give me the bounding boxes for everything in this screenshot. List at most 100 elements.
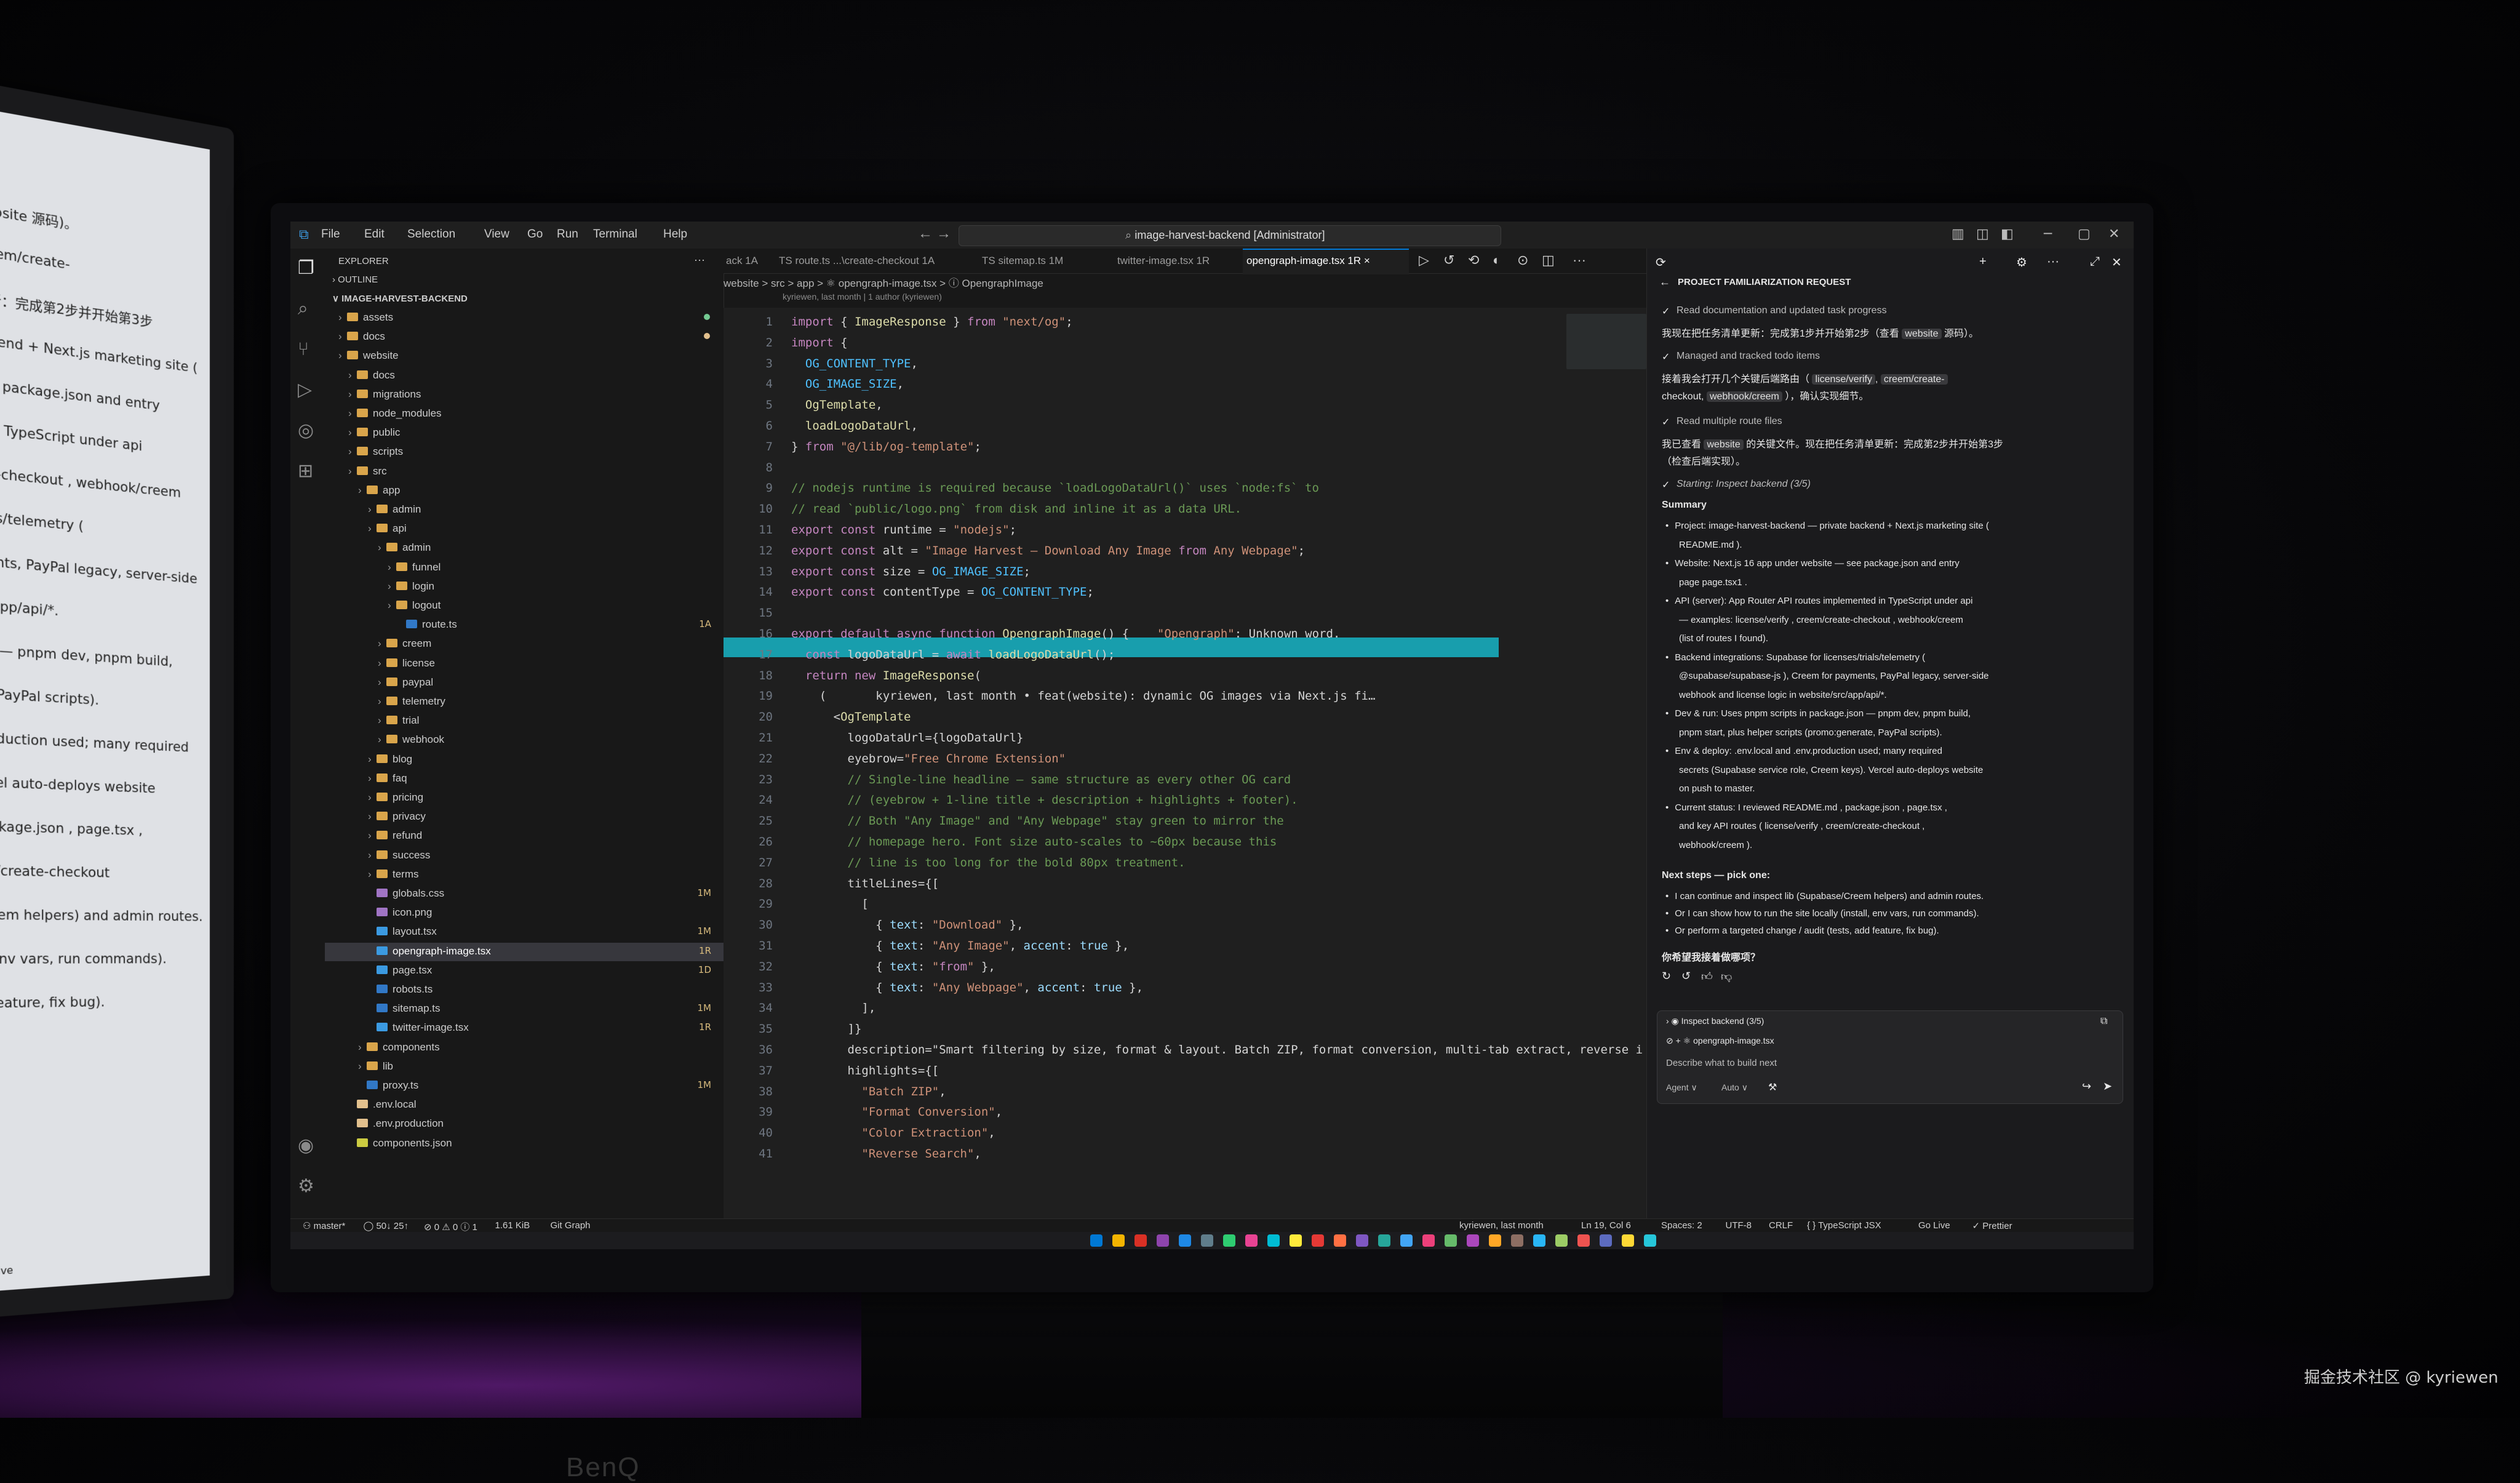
folder-item[interactable]: › components [358,1041,440,1053]
extensions-icon[interactable]: ⊞ [298,460,313,482]
folder-item[interactable]: › scripts [348,446,403,458]
next-step-item[interactable]: • I can continue and inspect lib (Supabas… [1665,891,1984,901]
outline-section[interactable]: › OUTLINE [332,274,378,285]
taskbar-app-icon[interactable] [1422,1234,1435,1247]
back-arrow-icon[interactable]: ← [1659,276,1670,289]
code-line[interactable]: // Both "Any Image" and "Any Webpage" st… [791,814,1284,828]
thumbs-down-icon[interactable]: 👎︎ [1721,970,1732,983]
status-item[interactable]: Spaces: 2 [1661,1220,1702,1231]
tools-icon[interactable]: ⚒ [1768,1081,1777,1093]
status-item[interactable]: ⚇ master* [303,1220,345,1231]
code-line[interactable]: return new ImageResponse( [791,669,981,682]
code-line[interactable]: "Reverse Search", [791,1147,981,1161]
folder-item[interactable]: › success [368,849,430,861]
folder-item[interactable]: › docs [338,330,385,343]
code-line[interactable]: [ [791,897,868,911]
status-item[interactable]: ⊘ 0 ⚠ 0 ⓘ 1 [424,1220,477,1233]
taskbar-app-icon[interactable] [1356,1234,1368,1247]
more-actions-icon[interactable]: ··· [1573,252,1586,268]
folder-item[interactable]: › public [348,426,400,439]
taskbar-app-icon[interactable] [1400,1234,1413,1247]
folder-item[interactable]: › logout [388,599,441,612]
new-chat-icon[interactable]: + [1979,255,1987,269]
attached-context[interactable]: ⊘ + ⚛ opengraph-image.tsx [1666,1036,1774,1046]
retry-icon[interactable]: ↻ [1662,970,1671,983]
menu-item-view[interactable]: View [484,228,509,241]
next-step-item[interactable]: • Or perform a targeted change / audit (t… [1665,925,1939,936]
folder-item[interactable]: › admin [368,503,421,516]
menu-item-edit[interactable]: Edit [364,228,385,241]
file-chip[interactable]: website [1704,439,1744,450]
code-line[interactable]: OgTemplate, [791,398,883,412]
folder-item[interactable]: › funnel [388,561,441,574]
code-line[interactable]: import { ImageResponse } from "next/og"; [791,315,1073,329]
code-line[interactable]: import { [791,336,848,350]
git-commit-icon[interactable]: ⊙ [1517,252,1528,268]
file-item[interactable]: page.tsx [368,964,432,977]
taskbar-app-icon[interactable] [1223,1234,1235,1247]
editor-tab[interactable]: TS sitemap.ts 1M [982,255,1063,267]
code-line[interactable]: // nodejs runtime is required because `l… [791,481,1319,495]
code-line[interactable]: // Single-line headline — same structure… [791,773,1291,786]
file-item[interactable]: sitemap.ts [368,1002,440,1015]
code-editor[interactable]: 1 import { ImageResponse } from "next/og"… [724,308,1646,1218]
maximize-icon[interactable]: ⤢ [2090,255,2100,269]
taskbar-app-icon[interactable] [1201,1234,1213,1247]
code-line[interactable]: export default async function OpengraphI… [791,627,1340,641]
history-icon[interactable]: ↺ [1443,252,1454,268]
taskbar-app-icon[interactable] [1577,1234,1590,1247]
breadcrumb[interactable]: website > src > app > ⚛ opengraph-image.… [724,274,1043,290]
folder-item[interactable]: › telemetry [378,695,445,708]
folder-item[interactable]: › lib [358,1060,393,1073]
folder-item[interactable]: › docs [348,369,395,382]
taskbar-app-icon[interactable] [1179,1234,1191,1247]
git-blame-codelens[interactable]: kyriewen, last month | 1 author (kyriewe… [783,292,942,302]
code-line[interactable]: loadLogoDataUrl, [791,419,918,433]
restore-icon[interactable]: ▢ [2078,226,2091,242]
copy-icon[interactable]: ⧉ [2100,1016,2107,1027]
status-item[interactable]: 1.61 KiB [495,1220,530,1231]
file-item[interactable]: twitter-image.tsx [368,1021,469,1034]
code-line[interactable]: "Color Extraction", [791,1126,995,1140]
editor-tab[interactable]: opengraph-image.tsx 1R × [1246,255,1370,267]
taskbar-app-icon[interactable] [1245,1234,1258,1247]
next-step-item[interactable]: • Or I can show how to run the site local… [1665,908,1979,919]
chat-icon[interactable]: ⟳ [1656,255,1666,270]
editor-tab[interactable]: TS route.ts ...\create-checkout 1A [779,255,935,267]
folder-item[interactable]: › node_modules [348,407,442,420]
model-select[interactable]: Auto ∨ [1721,1082,1748,1093]
taskbar-app-icon[interactable] [1555,1234,1568,1247]
menu-item-terminal[interactable]: Terminal [593,228,637,241]
taskbar-app-icon[interactable] [1622,1234,1634,1247]
more-actions-icon[interactable]: ··· [694,254,705,266]
file-item[interactable]: layout.tsx [368,925,437,938]
settings-gear-icon[interactable]: ⚙ [298,1175,314,1197]
taskbar-app-icon[interactable] [1533,1234,1545,1247]
code-line[interactable]: // homepage hero. Font size auto-scales … [791,835,1277,849]
code-line[interactable]: titleLines={[ [791,877,939,890]
file-item[interactable]: route.ts [397,618,457,631]
menu-item-run[interactable]: Run [557,228,578,241]
code-line[interactable]: ( kyriewen, last month • feat(website): … [791,689,1376,703]
file-chip[interactable]: creem/create- [1880,374,1948,385]
folder-item[interactable]: › pricing [368,791,423,804]
folder-item[interactable]: › api [368,522,407,535]
code-line[interactable]: "Format Conversion", [791,1105,1002,1119]
code-line[interactable]: { text: "from" }, [791,960,995,973]
code-line[interactable]: const logoDataUrl = await loadLogoDataUr… [791,648,1115,662]
code-line[interactable]: OG_CONTENT_TYPE, [791,357,918,370]
source-control-icon[interactable]: ⑂ [298,338,309,360]
folder-item[interactable]: › login [388,580,434,593]
taskbar-app-icon[interactable] [1378,1234,1390,1247]
taskbar-app-icon[interactable] [1267,1234,1280,1247]
taskbar-app-icon[interactable] [1511,1234,1523,1247]
taskbar-app-icon[interactable] [1290,1234,1302,1247]
status-item[interactable]: Ln 19, Col 6 [1581,1220,1631,1231]
run-icon[interactable]: ▷ [1419,252,1429,268]
file-item[interactable]: globals.css [368,887,444,900]
taskbar-app-icon[interactable] [1112,1234,1125,1247]
close-icon[interactable]: ✕ [2108,226,2119,242]
back-arrow-icon[interactable]: ← [918,225,933,242]
code-line[interactable]: logoDataUrl={logoDataUrl} [791,731,1024,745]
code-line[interactable]: } from "@/lib/og-template"; [791,440,981,454]
